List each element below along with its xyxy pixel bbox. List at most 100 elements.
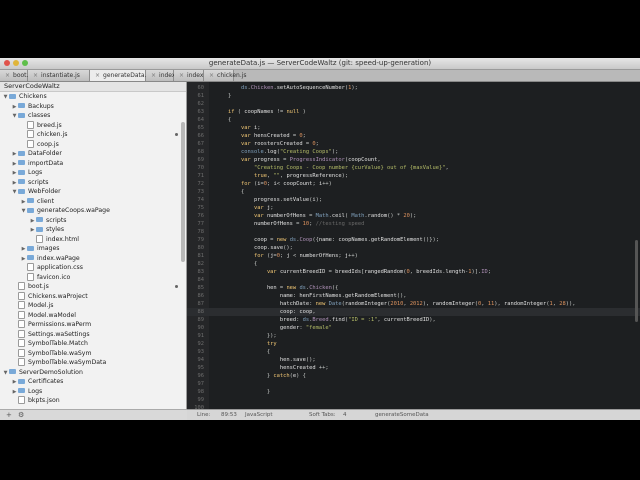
code-line[interactable]: 77 numberOfHens = 10; //testing speed — [187, 220, 640, 228]
tree-folder[interactable]: ▶ Logs — [0, 168, 186, 178]
tree-file[interactable]: breed.js — [0, 120, 186, 131]
code-line[interactable]: 80 coop.save(); — [187, 244, 640, 252]
code-line[interactable]: 66 var hensCreated = 0; — [187, 132, 640, 140]
code-line[interactable]: 62 — [187, 100, 640, 108]
code-line[interactable]: 98 } — [187, 388, 640, 396]
tree-folder[interactable]: ▶ DataFolder — [0, 149, 186, 159]
line-number: 67 — [197, 141, 205, 147]
title-bar[interactable]: generateData.js — ServerCodeWaltz (git: … — [0, 58, 640, 70]
tab-3[interactable]: × index.js — [146, 70, 182, 81]
tree-folder[interactable]: ▼ generateCoops.waPage — [0, 206, 186, 216]
tree-file[interactable]: SymbolTable.Match — [0, 339, 186, 349]
tree-file[interactable]: application.css — [0, 263, 186, 273]
tree-file[interactable]: bkpts.json — [0, 396, 186, 406]
code-line[interactable]: 71 true, "", progressReference); — [187, 172, 640, 180]
code-line[interactable]: 61 } — [187, 92, 640, 100]
code-line[interactable]: 63 if ( coopNames != null ) — [187, 108, 640, 116]
tree-folder[interactable]: ▼ WebFolder — [0, 187, 186, 197]
code-line[interactable]: 86 name: henFirstNames.getRandomElement(… — [187, 292, 640, 300]
tree-file[interactable]: chicken.js — [0, 130, 186, 140]
code-line[interactable]: 68 console.log("Creating Coops"); — [187, 148, 640, 156]
code-text: breed: ds.Breed.find("ID = :1", currentB… — [279, 317, 436, 323]
code-line[interactable]: 97 — [187, 380, 640, 388]
close-tab-icon[interactable]: × — [33, 72, 38, 79]
tree-folder[interactable]: ▶ client — [0, 197, 186, 207]
code-line[interactable]: 83 var currentBreedID = breedIds[rangedR… — [187, 268, 640, 276]
tree-file[interactable]: Model.js — [0, 301, 186, 311]
code-line[interactable]: 74 progress.setValue(i); — [187, 196, 640, 204]
code-line[interactable]: 85 hen = new ds.Chicken({ — [187, 284, 640, 292]
tree-folder[interactable]: ▶ styles — [0, 225, 186, 235]
code-line[interactable]: 64 { — [187, 116, 640, 124]
code-line[interactable]: 90 gender: "female" — [187, 324, 640, 332]
tab-4[interactable]: × index.js — [174, 70, 210, 81]
tree-file[interactable]: index.html — [0, 234, 186, 245]
close-tab-icon[interactable]: × — [151, 72, 156, 79]
gear-icon[interactable]: ⚙ — [18, 411, 24, 419]
tree-folder[interactable]: ▶ scripts — [0, 216, 186, 226]
code-line[interactable]: 91 }); — [187, 332, 640, 340]
code-line[interactable]: 70 "Creating Coops - Coop number {curVal… — [187, 164, 640, 172]
code-line[interactable]: 88 coop: coop, — [187, 308, 640, 316]
tab-0[interactable]: × boot.js — [0, 70, 33, 81]
code-line[interactable]: 95 hensCreated ++; — [187, 364, 640, 372]
tree-folder[interactable]: ▶ scripts — [0, 178, 186, 188]
status-language[interactable]: JavaScript — [245, 410, 273, 420]
status-tabs-label[interactable]: Soft Tabs: — [309, 410, 336, 420]
tree-folder[interactable]: ▶ images — [0, 244, 186, 254]
code-line[interactable]: 67 var roostersCreated = 0; — [187, 140, 640, 148]
tree-file[interactable]: SymbolTable.waSym — [0, 348, 186, 359]
tree-file[interactable]: boot.js — [0, 282, 186, 292]
code-line[interactable]: 92 try — [187, 340, 640, 348]
tree-folder[interactable]: ▼ Chickens — [0, 92, 186, 102]
line-number: 78 — [197, 229, 205, 235]
tree-folder[interactable]: ▶ Logs — [0, 387, 186, 397]
tab-2[interactable]: × generateData.js — [90, 70, 151, 81]
tree-file[interactable]: SymbolTable.waSymData — [0, 358, 186, 368]
code-line[interactable]: 65 var i; — [187, 124, 640, 132]
close-tab-icon[interactable]: × — [209, 72, 214, 79]
project-root[interactable]: ServerCodeWaltz — [0, 82, 186, 92]
status-symbol[interactable]: generateSomeData — [375, 410, 429, 420]
code-line[interactable]: 78 — [187, 228, 640, 236]
tree-folder[interactable]: ▼ classes — [0, 111, 186, 121]
tab-1[interactable]: × instantiate.js — [28, 70, 90, 81]
tree-file[interactable]: coop.js — [0, 139, 186, 150]
code-line[interactable]: 72 for (i=0; i< coopCount; i++) — [187, 180, 640, 188]
tree-file[interactable]: Model.waModel — [0, 310, 186, 321]
code-line[interactable]: 99 — [187, 396, 640, 404]
code-line[interactable]: 75 var j; — [187, 204, 640, 212]
tree-folder[interactable]: ▶ Backups — [0, 102, 186, 112]
code-line[interactable]: 82 { — [187, 260, 640, 268]
code-line[interactable]: 76 var numberOfHens = Math.ceil( Math.ra… — [187, 212, 640, 220]
code-line[interactable]: 94 hen.save(); — [187, 356, 640, 364]
close-tab-icon[interactable]: × — [95, 72, 100, 79]
add-file-button[interactable]: + — [6, 411, 12, 419]
code-line[interactable]: 79 coop = new ds.Coop({name: coopNames.g… — [187, 236, 640, 244]
code-line[interactable]: 87 hatchDate: new Date(randomInteger(201… — [187, 300, 640, 308]
tree-folder[interactable]: ▶ index.waPage — [0, 254, 186, 264]
tree-folder[interactable]: ▼ ServerDemoSolution — [0, 368, 186, 378]
tree-file[interactable]: favicon.ico — [0, 272, 186, 283]
code-editor[interactable]: 60 ds.Chicken.setAutoSequenceNumber(1); 6… — [187, 82, 640, 409]
code-line[interactable]: 60 ds.Chicken.setAutoSequenceNumber(1); — [187, 84, 640, 92]
editor-scrollbar[interactable] — [635, 240, 638, 322]
tree-folder[interactable]: ▶ importData — [0, 159, 186, 169]
tree-file[interactable]: Settings.waSettings — [0, 329, 186, 340]
code-line[interactable]: 89 breed: ds.Breed.find("ID = :1", curre… — [187, 316, 640, 324]
tree-folder[interactable]: ▶ Certificates — [0, 377, 186, 387]
tree-file[interactable]: Permissions.waPerm — [0, 320, 186, 330]
code-line[interactable]: 81 for (j=0; j < numberOfHens; j++) — [187, 252, 640, 260]
status-tab-size[interactable]: 4 — [343, 410, 347, 420]
close-tab-icon[interactable]: × — [179, 72, 184, 79]
close-tab-icon[interactable]: × — [5, 72, 10, 79]
code-line[interactable]: 96 } catch(e) { — [187, 372, 640, 380]
code-text: } — [215, 93, 232, 99]
code-line[interactable]: 73 { — [187, 188, 640, 196]
code-line[interactable]: 69 var progress = ProgressIndicator(coop… — [187, 156, 640, 164]
code-line[interactable]: 93 { — [187, 348, 640, 356]
sidebar-scrollbar[interactable] — [181, 122, 185, 262]
tree-file[interactable]: Chickens.waProject — [0, 291, 186, 302]
code-line[interactable]: 84 — [187, 276, 640, 284]
tab-5[interactable]: × chicken.js — [204, 70, 247, 81]
